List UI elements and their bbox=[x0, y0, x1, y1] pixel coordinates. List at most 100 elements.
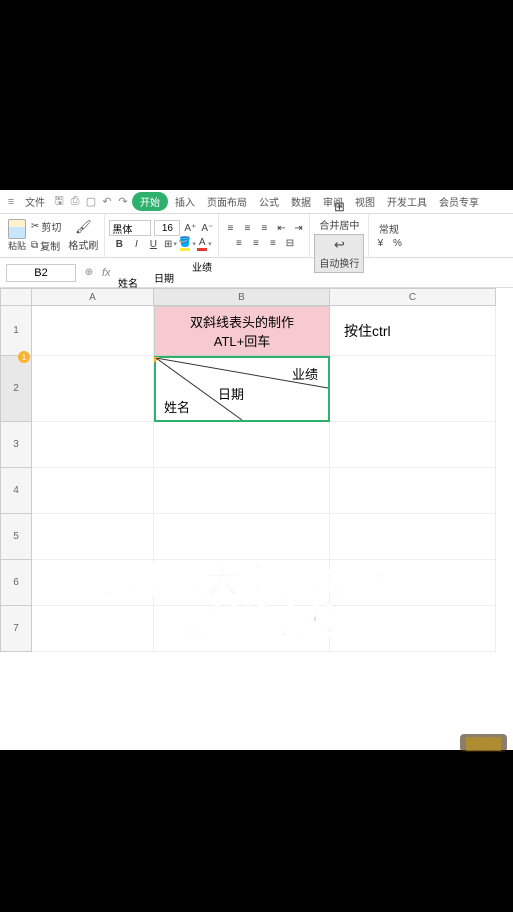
merge-button[interactable]: ⊞ 合并居中 bbox=[317, 198, 361, 233]
cell-a6[interactable] bbox=[32, 560, 154, 606]
paste-label: 粘贴 bbox=[8, 239, 26, 252]
cell-a1[interactable] bbox=[32, 306, 154, 356]
align-right-icon[interactable]: ≡ bbox=[266, 236, 280, 250]
align-bottom-icon[interactable]: ≡ bbox=[257, 221, 271, 235]
clipboard-group: 粘贴 ✂剪切 ⧉复制 🖌 格式刷 bbox=[4, 214, 105, 257]
cell-a7[interactable] bbox=[32, 606, 154, 652]
comment-number: 1 bbox=[22, 353, 26, 362]
row-header-2[interactable]: 2 bbox=[0, 356, 32, 422]
row-header-3[interactable]: 3 bbox=[0, 422, 32, 468]
cell-b1[interactable]: 双斜线表头的制作 ATL+回车 bbox=[154, 306, 330, 356]
format-painter-label: 格式刷 bbox=[68, 237, 98, 252]
menu-insert[interactable]: 插入 bbox=[170, 192, 200, 211]
comment-indicator[interactable]: 1 bbox=[18, 351, 30, 363]
format-painter-button[interactable]: 🖌 格式刷 bbox=[66, 218, 100, 253]
select-all-corner[interactable] bbox=[0, 288, 32, 306]
cell-b1-line2: ATL+回车 bbox=[214, 331, 270, 350]
cell-c1[interactable]: 按住ctrl bbox=[330, 306, 496, 356]
copy-icon: ⧉ bbox=[31, 240, 38, 251]
align-center-icon[interactable]: ≡ bbox=[249, 236, 263, 250]
cell-b5[interactable] bbox=[154, 514, 330, 560]
undo-icon[interactable]: ↶ bbox=[100, 195, 114, 209]
cell-b1-line1: 双斜线表头的制作 bbox=[190, 312, 294, 331]
menu-member[interactable]: 会员专享 bbox=[434, 192, 484, 211]
menu-file[interactable]: 文件 bbox=[20, 192, 50, 211]
row-4: 4 bbox=[0, 468, 513, 514]
col-header-a[interactable]: A bbox=[32, 288, 154, 306]
align-middle-icon[interactable]: ≡ bbox=[240, 221, 254, 235]
paste-button[interactable]: 粘贴 bbox=[8, 219, 26, 252]
row-7: 7 bbox=[0, 606, 513, 652]
underline-button[interactable]: U bbox=[146, 237, 160, 251]
cut-button[interactable]: ✂剪切 bbox=[29, 218, 63, 235]
cell-c1-text: 按住ctrl bbox=[344, 321, 391, 341]
cell-b2[interactable]: 业绩 日期 姓名 bbox=[154, 356, 330, 422]
menu-dev[interactable]: 开发工具 bbox=[382, 192, 432, 211]
cell-b6[interactable] bbox=[154, 560, 330, 606]
font-group: A⁺ A⁻ B I U ⊞▾ 🪣▾ A▾ bbox=[105, 214, 219, 257]
cell-c5[interactable] bbox=[330, 514, 496, 560]
cell-c3[interactable] bbox=[330, 422, 496, 468]
formula-bar: ⊕ fx 业绩 日期 姓名 bbox=[0, 258, 513, 288]
align-left-icon[interactable]: ≡ bbox=[232, 236, 246, 250]
row-2: 2 1 业绩 日期 姓名 bbox=[0, 356, 513, 422]
cell-a5[interactable] bbox=[32, 514, 154, 560]
insert-fn-icon[interactable]: ⊕ bbox=[82, 266, 96, 280]
copy-button[interactable]: ⧉复制 bbox=[29, 237, 63, 254]
border-button[interactable]: ⊞▾ bbox=[163, 237, 177, 251]
cell-b4[interactable] bbox=[154, 468, 330, 514]
cell-c2[interactable] bbox=[330, 356, 496, 422]
font-size-select[interactable] bbox=[154, 220, 180, 236]
align-top-icon[interactable]: ≡ bbox=[223, 221, 237, 235]
decrease-font-icon[interactable]: A⁻ bbox=[200, 221, 214, 235]
menu-layout[interactable]: 页面布局 bbox=[202, 192, 252, 211]
row-header-4[interactable]: 4 bbox=[0, 468, 32, 514]
redo-icon[interactable]: ↷ bbox=[116, 195, 130, 209]
indent-left-icon[interactable]: ⇤ bbox=[274, 221, 288, 235]
formula-display[interactable]: 业绩 日期 姓名 bbox=[118, 259, 513, 287]
fill-color-button[interactable]: 🪣▾ bbox=[180, 237, 194, 251]
cell-a2[interactable]: 1 bbox=[32, 356, 154, 422]
row-header-6[interactable]: 6 bbox=[0, 560, 32, 606]
cell-a3[interactable] bbox=[32, 422, 154, 468]
row-3: 3 bbox=[0, 422, 513, 468]
menu-start[interactable]: 开始 bbox=[132, 192, 168, 211]
cell-b3[interactable] bbox=[154, 422, 330, 468]
orientation-icon[interactable]: ⊟ bbox=[283, 236, 297, 250]
cell-b7[interactable] bbox=[154, 606, 330, 652]
cell-c6[interactable] bbox=[330, 560, 496, 606]
font-color-button[interactable]: A▾ bbox=[197, 237, 211, 251]
column-headers: A B C bbox=[0, 288, 513, 306]
percent-button[interactable]: % bbox=[390, 237, 404, 251]
fx-label: fx bbox=[102, 267, 111, 279]
name-box[interactable] bbox=[6, 264, 76, 282]
row-header-1[interactable]: 1 bbox=[0, 306, 32, 356]
currency-button[interactable]: ¥ bbox=[373, 237, 387, 251]
cell-b2-topright: 业绩 bbox=[292, 364, 318, 383]
menu-icon[interactable]: ≡ bbox=[4, 195, 18, 209]
menu-data[interactable]: 数据 bbox=[286, 192, 316, 211]
bold-button[interactable]: B bbox=[112, 237, 126, 251]
col-header-b[interactable]: B bbox=[154, 288, 330, 306]
col-header-c[interactable]: C bbox=[330, 288, 496, 306]
cell-c7[interactable] bbox=[330, 606, 496, 652]
preview-icon[interactable]: ▢ bbox=[84, 195, 98, 209]
increase-font-icon[interactable]: A⁺ bbox=[183, 221, 197, 235]
italic-button[interactable]: I bbox=[129, 237, 143, 251]
print-icon[interactable]: ⎙ bbox=[68, 195, 82, 209]
cell-a4[interactable] bbox=[32, 468, 154, 514]
save-icon[interactable]: 🖫 bbox=[52, 195, 66, 209]
spreadsheet-grid: A B C 1 双斜线表头的制作 ATL+回车 按住ctrl 2 1 bbox=[0, 288, 513, 652]
menu-formula[interactable]: 公式 bbox=[254, 192, 284, 211]
copy-label: 复制 bbox=[40, 238, 60, 253]
spreadsheet-app: ≡ 文件 🖫 ⎙ ▢ ↶ ↷ 开始 插入 页面布局 公式 数据 审阅 视图 开发… bbox=[0, 190, 513, 750]
indent-right-icon[interactable]: ⇥ bbox=[291, 221, 305, 235]
row-header-7[interactable]: 7 bbox=[0, 606, 32, 652]
cell-b2-bottomleft: 姓名 bbox=[164, 397, 190, 416]
merge-group: ⊞ 合并居中 ↩ 自动换行 bbox=[310, 214, 369, 257]
font-name-select[interactable] bbox=[109, 220, 151, 236]
number-format-label[interactable]: 常规 bbox=[379, 221, 399, 236]
cell-c4[interactable] bbox=[330, 468, 496, 514]
row-header-5[interactable]: 5 bbox=[0, 514, 32, 560]
merge-icon: ⊞ bbox=[334, 199, 345, 215]
